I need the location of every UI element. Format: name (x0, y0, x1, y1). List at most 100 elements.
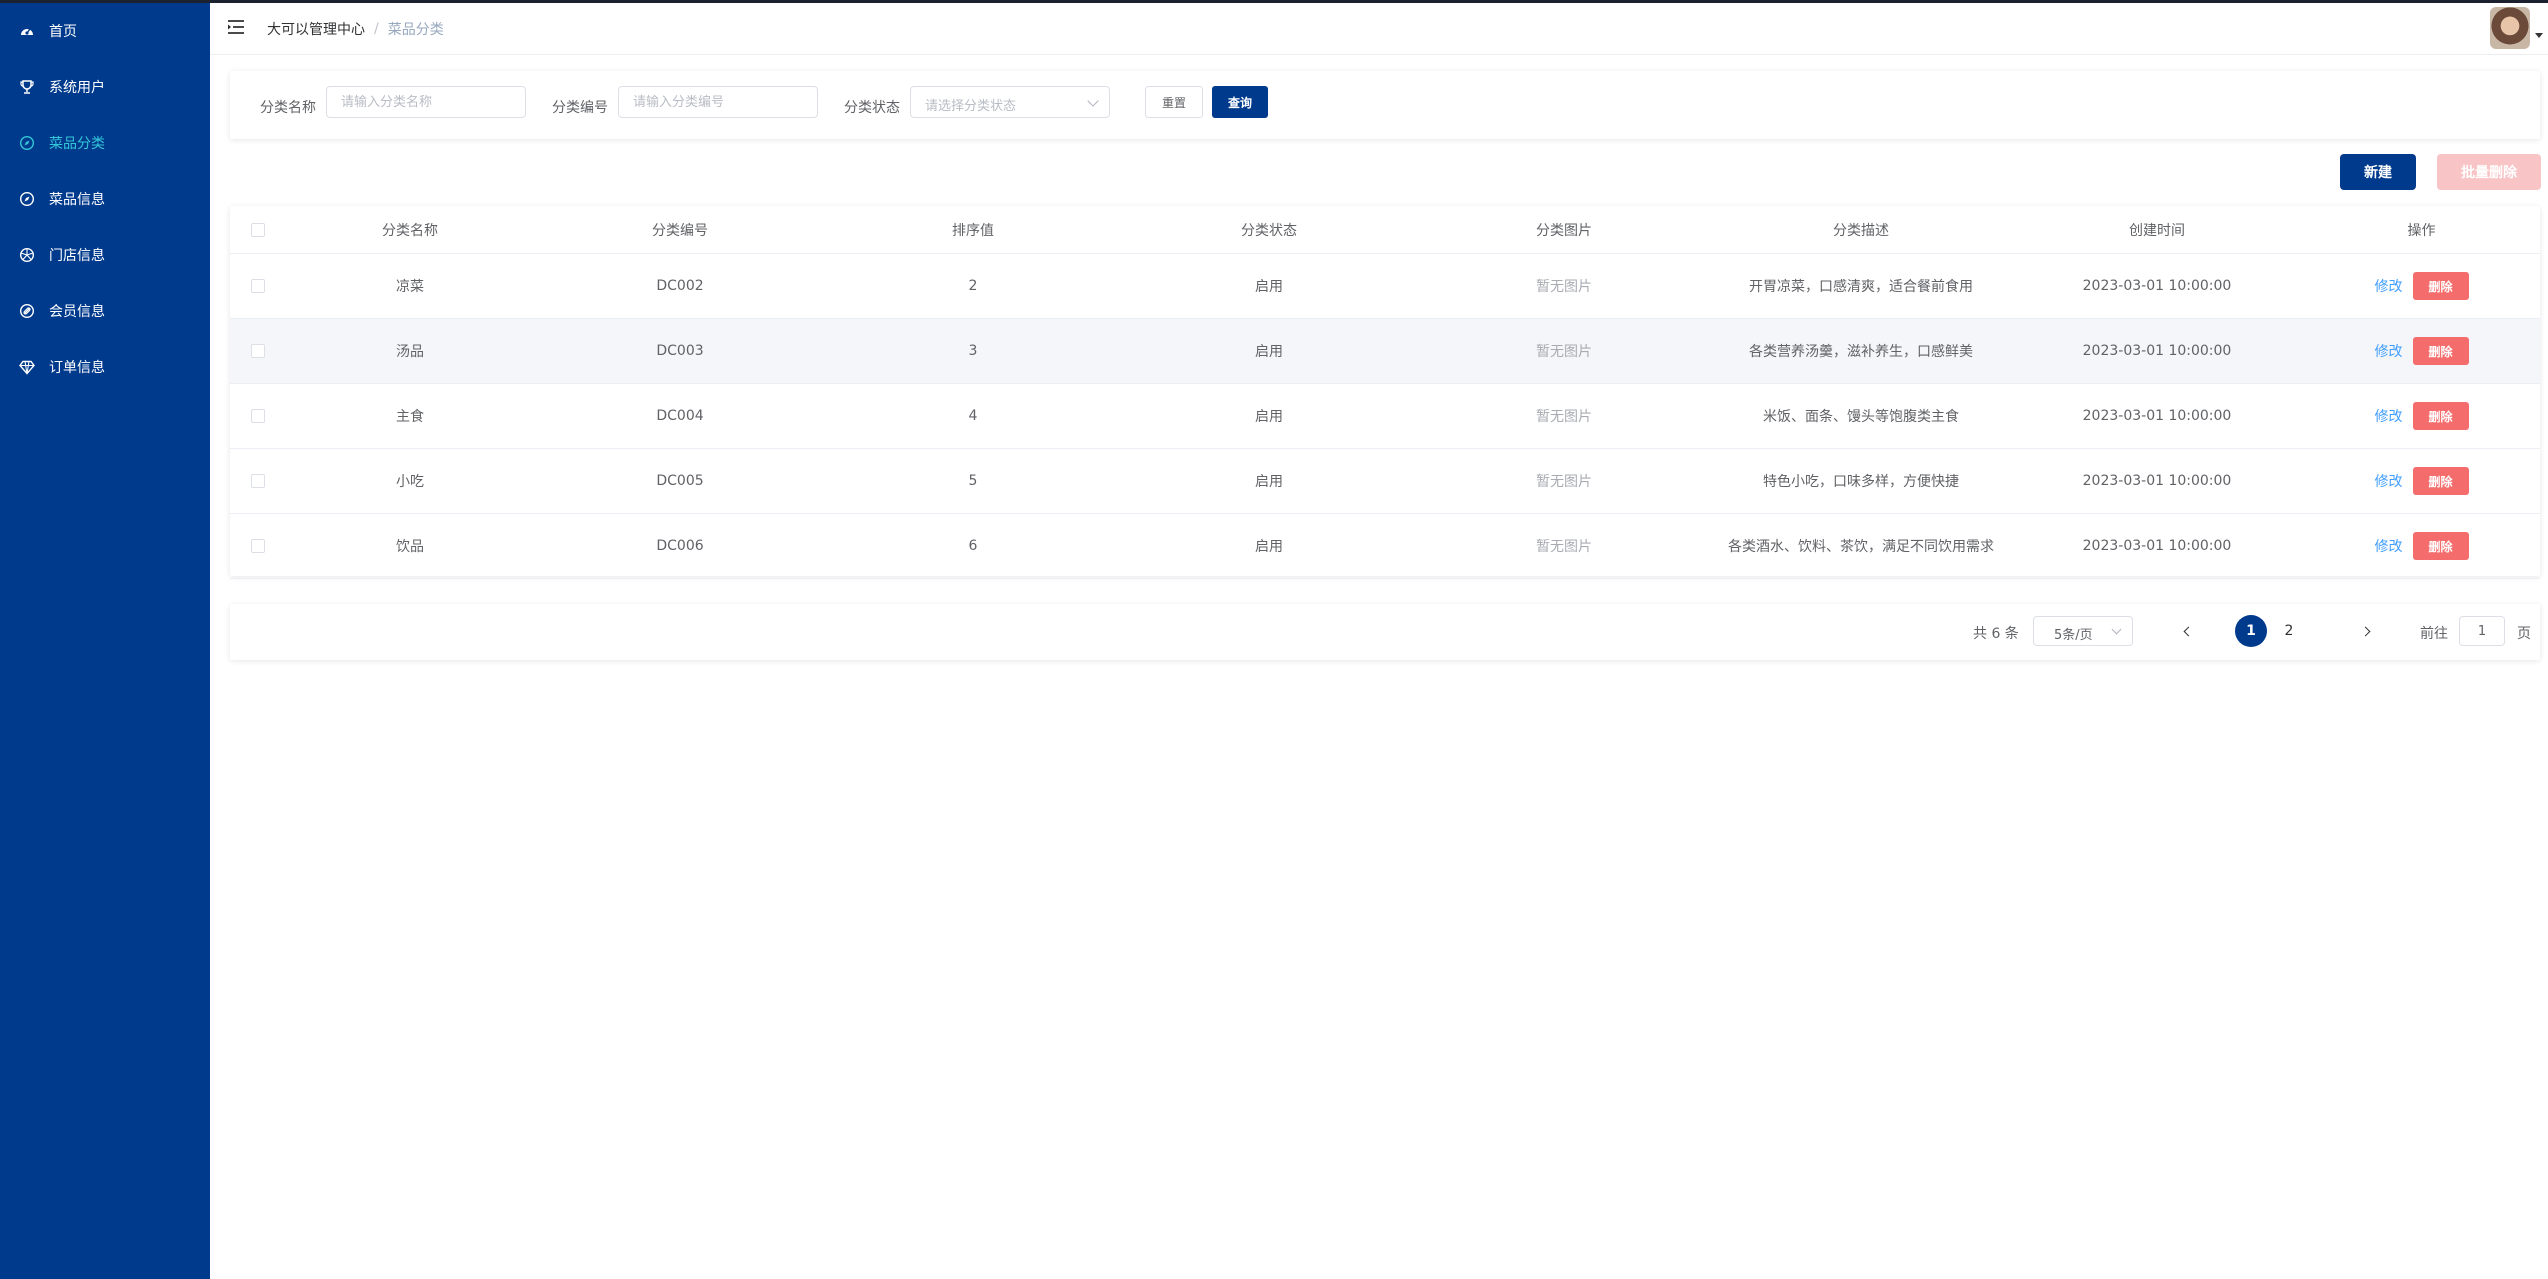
sidebar-item-label: 订单信息 (49, 360, 105, 376)
sidebar-item-label: 系统用户 (49, 80, 105, 96)
sidebar-item-label: 会员信息 (49, 304, 105, 320)
image-cell: 暂无图片 (1536, 279, 1592, 295)
category-name-cell: 饮品 (396, 539, 424, 555)
sidebar-item-home[interactable]: 首页 (0, 11, 210, 51)
query-button[interactable]: 查询 (1212, 86, 1268, 118)
menu-toggle-icon[interactable] (226, 17, 246, 37)
description-cell: 米饭、面条、馒头等饱腹类主食 (1763, 409, 1959, 425)
batch-delete-button[interactable]: 批量删除 (2437, 154, 2541, 190)
page-size-select[interactable]: 5条/页 (2033, 616, 2133, 646)
goto-label: 前往 (2420, 626, 2448, 642)
breadcrumb-current: 菜品分类 (387, 22, 444, 38)
column-header[interactable]: 分类名称 (285, 206, 535, 253)
sidebar-item-store-info[interactable]: 门店信息 (0, 235, 210, 275)
avatar[interactable] (2490, 7, 2530, 49)
breadcrumb-separator: / (374, 21, 379, 37)
chevron-left-icon (2183, 626, 2194, 636)
sidebar-item-dish-info[interactable]: 菜品信息 (0, 179, 210, 219)
operations-cell: 修改 删除 (2303, 319, 2540, 383)
row-checkbox[interactable] (250, 539, 265, 553)
delete-button[interactable]: 删除 (2412, 272, 2469, 300)
goto-page-input[interactable] (2459, 616, 2505, 646)
chevron-down-icon (2111, 624, 2122, 635)
new-button[interactable]: 新建 (2340, 154, 2416, 190)
sidebar: 首页 系统用户 菜品分类 菜品信息 门店信息 会员信息 订单信息 (0, 0, 210, 1279)
created-time-cell: 2023-03-01 10:00:00 (2082, 278, 2232, 294)
top-header: 大可以管理中心 / 菜品分类 (210, 3, 2548, 55)
category-name-cell: 凉菜 (396, 279, 424, 295)
link-icon (19, 303, 35, 319)
category-table: 分类名称 分类编号 排序值 分类状态 分类图片 分类描述 创建时间 操作 凉菜 … (230, 206, 2540, 579)
main-content: 分类名称 分类编号 分类状态 请选择分类状态 重置 查询 新建 批量删除 分类名… (210, 56, 2548, 1279)
edit-link[interactable]: 修改 (2375, 276, 2403, 296)
aperture-icon (19, 247, 35, 263)
sidebar-item-dish-category[interactable]: 菜品分类 (0, 123, 210, 163)
category-code-cell: DC002 (656, 278, 704, 294)
category-name-cell: 汤品 (396, 344, 424, 360)
edit-link[interactable]: 修改 (2375, 341, 2403, 361)
column-header[interactable]: 分类编号 (535, 206, 825, 253)
delete-button[interactable]: 删除 (2412, 337, 2469, 365)
column-header[interactable]: 创建时间 (2011, 206, 2303, 253)
row-checkbox[interactable] (250, 344, 265, 358)
pagination-total: 共 6 条 (1973, 626, 2019, 642)
operations-cell: 修改 删除 (2303, 254, 2540, 318)
compass-icon (19, 135, 35, 151)
select-all-checkbox[interactable] (250, 222, 265, 237)
status-cell: 启用 (1255, 539, 1283, 555)
edit-link[interactable]: 修改 (2375, 471, 2403, 491)
sort-value-cell: 6 (968, 538, 978, 554)
select-all-cell (230, 206, 285, 253)
description-cell: 各类营养汤羹，滋补养生，口感鲜美 (1749, 344, 1973, 360)
row-checkbox[interactable] (250, 279, 265, 293)
breadcrumb-home[interactable]: 大可以管理中心 (267, 19, 365, 39)
status-cell: 启用 (1255, 279, 1283, 295)
page-number-1[interactable]: 1 (2235, 615, 2267, 647)
column-header[interactable]: 分类描述 (1711, 206, 2011, 253)
category-code-cell: DC005 (656, 473, 704, 489)
table-header-row: 分类名称 分类编号 排序值 分类状态 分类图片 分类描述 创建时间 操作 (230, 206, 2540, 254)
caret-down-icon[interactable] (2535, 33, 2543, 38)
category-code-input[interactable] (618, 86, 818, 118)
row-checkbox[interactable] (250, 409, 265, 423)
created-time-cell: 2023-03-01 10:00:00 (2082, 473, 2232, 489)
sidebar-item-label: 首页 (49, 24, 77, 40)
delete-button[interactable]: 删除 (2412, 532, 2469, 560)
category-code-cell: DC006 (656, 538, 704, 554)
description-cell: 特色小吃，口味多样，方便快捷 (1763, 474, 1959, 490)
column-header[interactable]: 排序值 (825, 206, 1121, 253)
page-number-2[interactable]: 2 (2273, 615, 2305, 647)
sidebar-item-system-users[interactable]: 系统用户 (0, 67, 210, 107)
created-time-cell: 2023-03-01 10:00:00 (2082, 408, 2232, 424)
column-header: 操作 (2407, 222, 2436, 239)
delete-button[interactable]: 删除 (2412, 467, 2469, 495)
category-status-select[interactable]: 请选择分类状态 (910, 86, 1110, 118)
breadcrumb: 大可以管理中心 / 菜品分类 (267, 19, 444, 39)
created-time-cell: 2023-03-01 10:00:00 (2082, 343, 2232, 359)
sidebar-item-label: 菜品信息 (49, 192, 105, 208)
edit-link[interactable]: 修改 (2375, 406, 2403, 426)
category-code-label: 分类编号 (552, 100, 608, 116)
reset-button[interactable]: 重置 (1145, 86, 1203, 118)
column-header[interactable]: 分类状态 (1121, 206, 1417, 253)
prev-page-button[interactable] (2173, 617, 2201, 645)
row-select-cell (230, 319, 285, 383)
next-page-button[interactable] (2353, 617, 2381, 645)
column-header[interactable]: 分类图片 (1417, 206, 1711, 253)
sidebar-item-order-info[interactable]: 订单信息 (0, 347, 210, 387)
chevron-right-icon (2360, 626, 2371, 636)
row-checkbox[interactable] (250, 474, 265, 488)
sidebar-item-member-info[interactable]: 会员信息 (0, 291, 210, 331)
image-cell: 暂无图片 (1536, 539, 1592, 555)
category-name-label: 分类名称 (260, 100, 316, 116)
description-cell: 各类酒水、饮料、茶饮，满足不同饮用需求 (1728, 539, 1994, 555)
edit-link[interactable]: 修改 (2375, 536, 2403, 556)
trophy-icon (19, 79, 35, 95)
pagination: 共 6 条 5条/页 1 2 前往 页 (230, 604, 2540, 660)
category-name-input[interactable] (326, 86, 526, 118)
created-time-cell: 2023-03-01 10:00:00 (2082, 538, 2232, 554)
delete-button[interactable]: 删除 (2412, 402, 2469, 430)
category-name-cell: 小吃 (396, 474, 424, 490)
status-cell: 启用 (1255, 409, 1283, 425)
table-row: 主食 DC004 4 启用 暂无图片 米饭、面条、馒头等饱腹类主食 2023-0… (230, 384, 2540, 449)
